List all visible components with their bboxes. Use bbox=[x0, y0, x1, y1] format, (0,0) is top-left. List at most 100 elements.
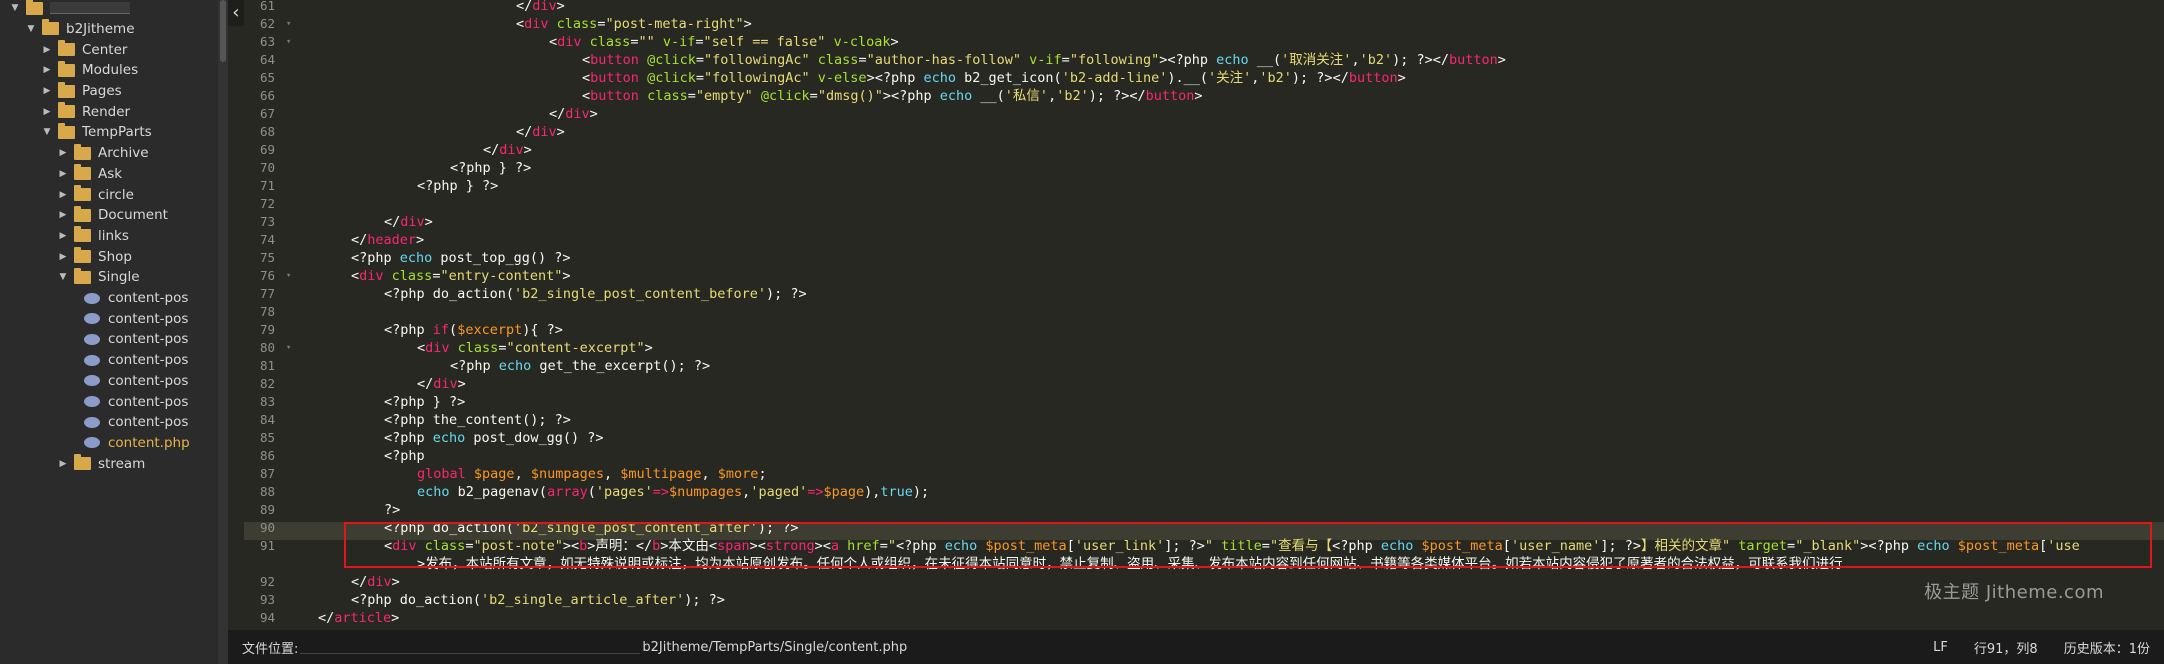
code-token: </ bbox=[549, 106, 566, 122]
code-editor[interactable]: ‹ 61 62 ▾ 63 ▾ 64 65 66 67 68 69 70 71 72 73 74 75 76 ▾ 77 7… bbox=[228, 0, 2164, 643]
collapse-sidebar-icon[interactable]: ‹ bbox=[228, 0, 244, 26]
code-line[interactable]: </div> bbox=[516, 0, 565, 15]
code-token: > bbox=[644, 340, 653, 356]
file-tree-sidebar: ▼ ▼ b2Jitheme ▶ Center ▶ Modules ▶ Pages ▶ Render ▼… bbox=[0, 0, 218, 664]
code-line[interactable]: </div> bbox=[483, 141, 532, 159]
code-line[interactable]: <?php echo post_dow_gg() ?> bbox=[384, 429, 603, 447]
line-number: 82 bbox=[260, 376, 276, 391]
code-token: = bbox=[695, 52, 704, 68]
code-line[interactable]: </header> bbox=[351, 231, 424, 249]
code-token: class bbox=[556, 16, 598, 32]
chevron-right-icon[interactable]: ▶ bbox=[42, 107, 52, 117]
code-line[interactable]: </article> bbox=[318, 609, 399, 627]
code-token: 'b2' bbox=[1056, 88, 1089, 104]
chevron-down-icon[interactable]: ▼ bbox=[42, 127, 52, 137]
code-line[interactable]: <div class="" v-if="self == false" v-clo… bbox=[549, 33, 899, 51]
code-token: </ bbox=[483, 142, 500, 158]
line-number: 70 bbox=[260, 160, 276, 175]
fold-toggle-icon[interactable]: ▾ bbox=[286, 15, 291, 33]
chevron-down-icon[interactable]: ▼ bbox=[26, 24, 36, 34]
code-line[interactable]: <div class="post-meta-right"> bbox=[516, 15, 752, 33]
code-line[interactable]: global $page, $numpages, $multipage, $mo… bbox=[417, 465, 767, 483]
chevron-right-icon[interactable]: ▶ bbox=[42, 45, 52, 55]
code-token: </ bbox=[318, 610, 335, 626]
code-line[interactable]: <button class="empty" @click="dmsg()"><?… bbox=[582, 87, 1203, 105]
file-path-redacted bbox=[300, 640, 641, 654]
sidebar-scrollbar-thumb[interactable] bbox=[220, 0, 226, 62]
line-number: 88 bbox=[260, 484, 276, 499]
code-token: ).__( bbox=[1167, 70, 1208, 86]
code-token: "self == false" bbox=[703, 34, 826, 50]
code-token: echo bbox=[432, 430, 466, 446]
code-line[interactable]: <div class="entry-content"> bbox=[351, 267, 571, 285]
code-line[interactable]: <?php do_action('b2_single_post_content_… bbox=[384, 285, 807, 303]
line-number-gutter: 61 62 ▾ 63 ▾ 64 65 66 67 68 69 70 71 72 73 74 75 76 ▾ 77 78 7… bbox=[244, 0, 304, 643]
code-line[interactable]: </div> bbox=[516, 123, 565, 141]
code-token: <?php } ?> bbox=[384, 394, 466, 410]
cursor-position[interactable]: 行91，列8 bbox=[1974, 638, 2038, 657]
code-line[interactable]: <?php do_action('b2_single_article_after… bbox=[351, 591, 725, 609]
chevron-right-icon[interactable]: ▶ bbox=[42, 65, 52, 75]
annotation-highlight-box bbox=[344, 522, 2152, 568]
chevron-right-icon[interactable]: ▶ bbox=[58, 459, 68, 469]
code-line[interactable]: </div> bbox=[351, 573, 400, 591]
history-versions[interactable]: 历史版本：1份 bbox=[2064, 638, 2150, 657]
php-file-icon bbox=[84, 292, 100, 304]
sidebar-scrollbar[interactable] bbox=[218, 0, 228, 664]
code-line[interactable]: <?php the_content(); ?> bbox=[384, 411, 571, 429]
chevron-down-icon[interactable]: ▼ bbox=[58, 272, 68, 282]
code-token: button bbox=[1145, 88, 1195, 104]
code-token: v-if bbox=[1029, 52, 1062, 68]
folder-icon bbox=[58, 102, 75, 119]
code-line[interactable]: </div> bbox=[417, 375, 466, 393]
fold-toggle-icon[interactable]: ▾ bbox=[286, 267, 291, 285]
code-token: > bbox=[562, 268, 571, 284]
line-number: 74 bbox=[260, 232, 276, 247]
chevron-right-icon[interactable]: ▶ bbox=[58, 190, 68, 200]
code-token: , bbox=[1048, 88, 1057, 104]
code-line[interactable]: <button @click="followingAc" class="auth… bbox=[582, 51, 1506, 69]
line-ending-indicator[interactable]: LF bbox=[1933, 640, 1948, 655]
code-token: div bbox=[433, 376, 458, 392]
chevron-right-icon[interactable]: ▶ bbox=[58, 169, 68, 179]
line-number: 79 bbox=[260, 322, 276, 337]
code-line[interactable]: <?php } ?> bbox=[450, 159, 531, 177]
code-token: < bbox=[417, 340, 426, 356]
code-line[interactable]: ?> bbox=[384, 501, 400, 519]
code-line[interactable]: <button @click="followingAc" v-else><?ph… bbox=[582, 69, 1406, 87]
chevron-right-icon[interactable]: ▶ bbox=[58, 231, 68, 241]
code-token: __( bbox=[1248, 52, 1282, 68]
code-line[interactable]: <?php } ?> bbox=[384, 393, 465, 411]
code-token: < bbox=[549, 34, 558, 50]
code-line[interactable]: </div> bbox=[549, 105, 598, 123]
chevron-right-icon[interactable]: ▶ bbox=[42, 86, 52, 96]
code-line[interactable]: <div class="content-excerpt"> bbox=[417, 339, 653, 357]
code-token: button bbox=[590, 52, 639, 68]
code-line[interactable]: <?php if($excerpt){ ?> bbox=[384, 321, 563, 339]
code-token: "entry-content" bbox=[440, 268, 563, 284]
code-token: ?> bbox=[384, 502, 401, 518]
fold-toggle-icon[interactable]: ▾ bbox=[286, 33, 291, 51]
code-line[interactable]: <?php echo post_top_gg() ?> bbox=[351, 249, 570, 267]
code-line[interactable]: <?php echo get_the_excerpt(); ?> bbox=[450, 357, 710, 375]
code-line[interactable]: echo b2_pagenav(array('pages'=>$numpages… bbox=[417, 483, 929, 501]
chevron-right-icon[interactable]: ▶ bbox=[58, 148, 68, 158]
code-token: <?php bbox=[1167, 52, 1217, 68]
chevron-right-icon[interactable]: ▶ bbox=[58, 210, 68, 220]
line-number: 80 ▾ bbox=[260, 339, 292, 357]
code-token: div bbox=[367, 574, 392, 590]
code-token: post_dow_gg() ?> bbox=[465, 430, 604, 446]
fold-toggle-icon[interactable]: ▾ bbox=[286, 339, 291, 357]
code-line[interactable]: </div> bbox=[384, 213, 433, 231]
code-line[interactable]: <?php bbox=[384, 447, 425, 465]
code-token: , bbox=[603, 466, 621, 482]
folder-icon bbox=[58, 40, 75, 57]
tree-folder[interactable]: ▶ stream bbox=[0, 449, 218, 478]
chevron-down-icon[interactable]: ▼ bbox=[10, 3, 20, 13]
code-token: v-else bbox=[817, 70, 867, 86]
chevron-right-icon[interactable]: ▶ bbox=[58, 252, 68, 262]
code-token: </ bbox=[417, 376, 434, 392]
code-line[interactable]: <?php } ?> bbox=[417, 177, 498, 195]
